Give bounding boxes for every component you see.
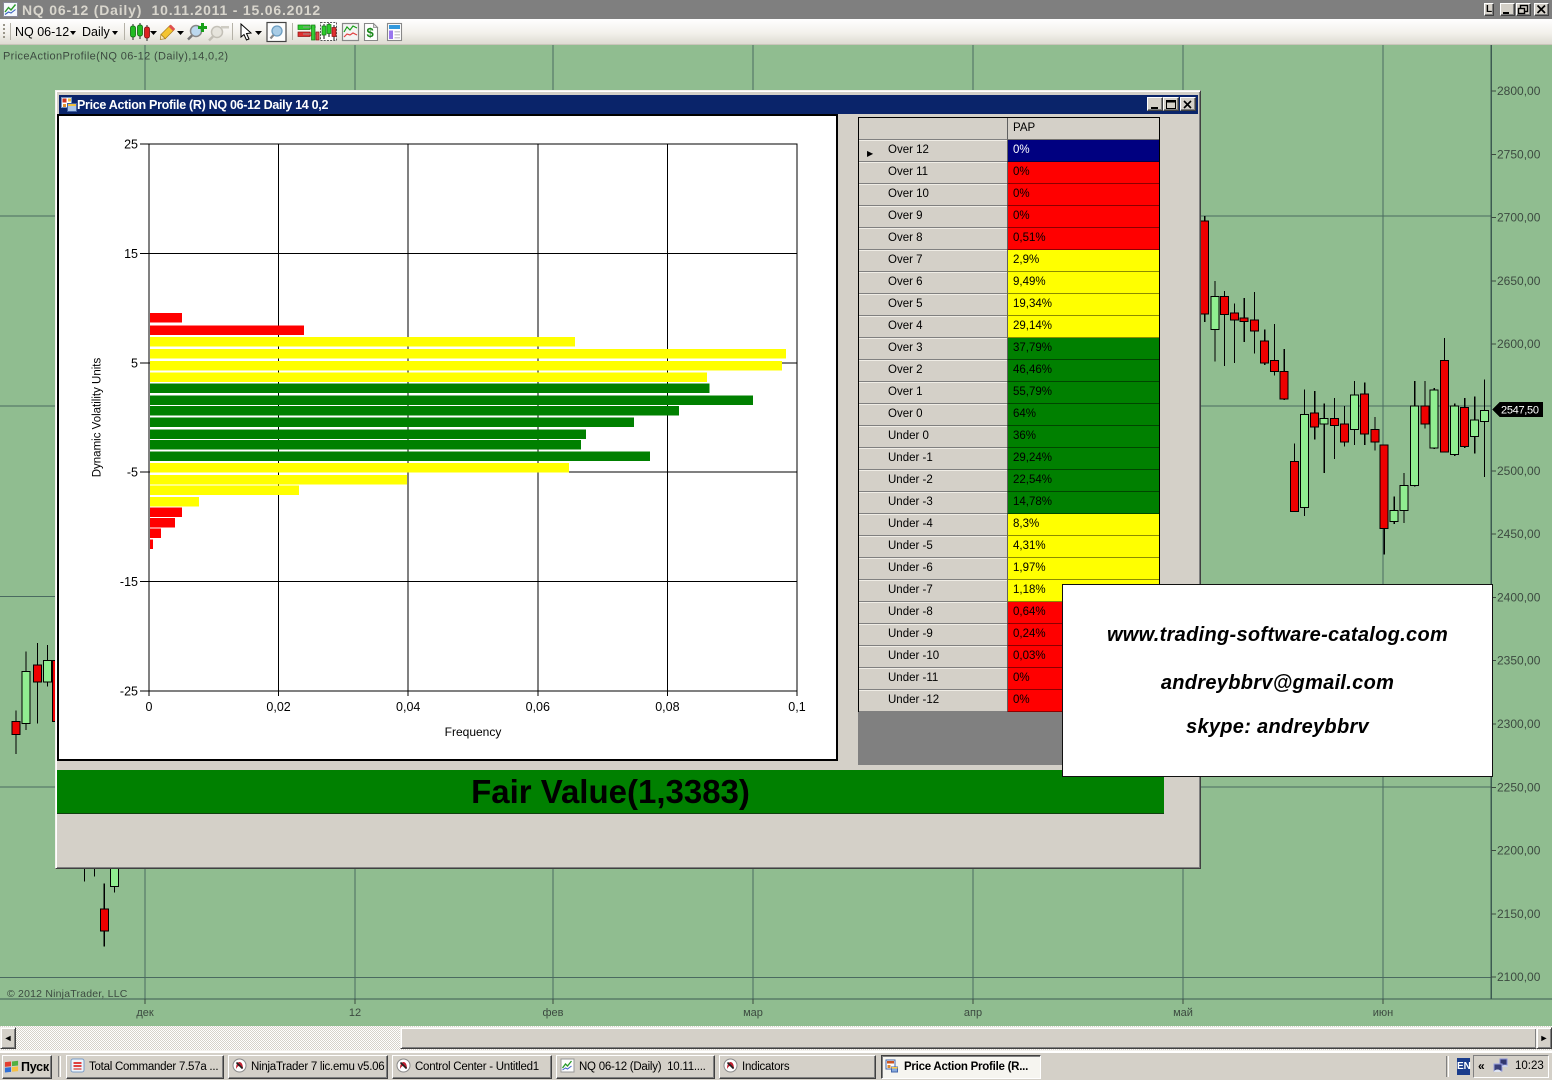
svg-text:июн: июн <box>1373 1007 1393 1019</box>
svg-text:-25: -25 <box>120 685 138 699</box>
svg-text:2700,00: 2700,00 <box>1497 211 1541 225</box>
svg-text:2100,00: 2100,00 <box>1497 970 1541 984</box>
svg-text:2200,00: 2200,00 <box>1497 844 1541 858</box>
svg-text:2250,00: 2250,00 <box>1497 780 1541 794</box>
svg-text:2750,00: 2750,00 <box>1497 147 1541 161</box>
svg-text:0,06: 0,06 <box>526 700 550 714</box>
svg-text:-15: -15 <box>120 575 138 589</box>
svg-text:май: май <box>1173 1007 1193 1019</box>
svg-text:2150,00: 2150,00 <box>1497 907 1541 921</box>
svg-text:25: 25 <box>124 138 138 152</box>
svg-text:мар: мар <box>743 1007 763 1019</box>
svg-text:фев: фев <box>542 1007 563 1019</box>
svg-text:2350,00: 2350,00 <box>1497 654 1541 668</box>
svg-text:PriceActionProfile(NQ 06-12 (D: PriceActionProfile(NQ 06-12 (Daily),14,0… <box>3 51 228 63</box>
svg-text:2450,00: 2450,00 <box>1497 527 1541 541</box>
svg-text:2400,00: 2400,00 <box>1497 590 1541 604</box>
svg-text:12: 12 <box>349 1007 361 1019</box>
svg-text:апр: апр <box>964 1007 982 1019</box>
svg-text:2300,00: 2300,00 <box>1497 717 1541 731</box>
svg-text:2500,00: 2500,00 <box>1497 464 1541 478</box>
svg-text:0,04: 0,04 <box>396 700 420 714</box>
svg-text:2800,00: 2800,00 <box>1497 84 1541 98</box>
svg-text:2650,00: 2650,00 <box>1497 274 1541 288</box>
svg-text:0,02: 0,02 <box>266 700 290 714</box>
svg-text:© 2012 NinjaTrader, LLC: © 2012 NinjaTrader, LLC <box>7 988 128 1000</box>
svg-text:дек: дек <box>136 1007 154 1019</box>
svg-text:2600,00: 2600,00 <box>1497 337 1541 351</box>
svg-text:Frequency: Frequency <box>445 725 502 739</box>
svg-text:0: 0 <box>146 700 153 714</box>
svg-text:15: 15 <box>124 247 138 261</box>
svg-text:$: $ <box>367 25 375 40</box>
svg-text:0,1: 0,1 <box>788 700 805 714</box>
svg-text:2547,50: 2547,50 <box>1501 405 1539 417</box>
svg-text:0,08: 0,08 <box>655 700 679 714</box>
svg-text:Dynamic Volatility Units: Dynamic Volatility Units <box>92 357 104 477</box>
svg-text:-5: -5 <box>127 466 138 480</box>
svg-text:5: 5 <box>131 356 138 370</box>
